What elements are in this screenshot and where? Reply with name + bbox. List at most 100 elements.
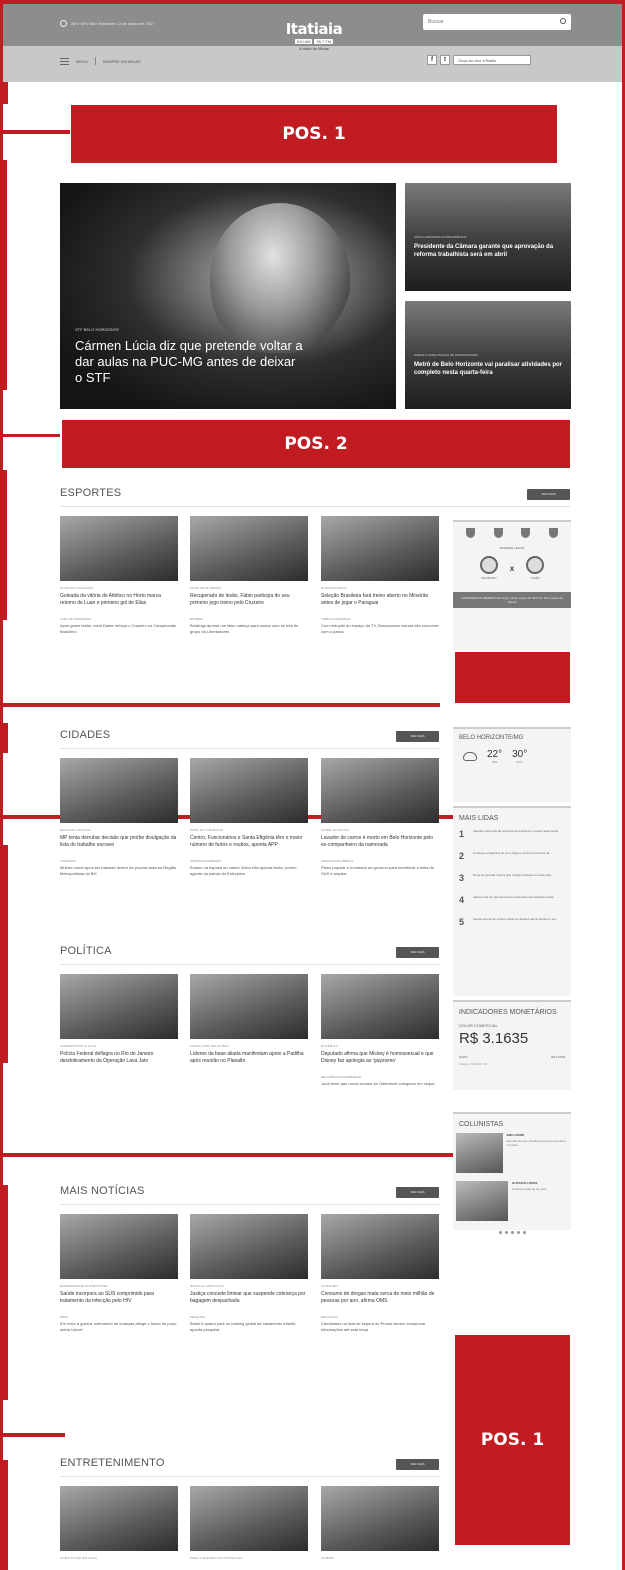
news-card[interactable]: SUBSIDIÁRIOS E ALVO Polícia Federal defl… [60, 974, 178, 1065]
news-card[interactable]: NAVES E HABITAÇÃO Justiça concede limina… [190, 1214, 308, 1333]
team-crest-icon[interactable] [466, 528, 476, 538]
news-title[interactable]: MP tenta derrubar decisão que proíbe div… [60, 835, 178, 849]
most-read-title-text[interactable]: Conheça a trajetória do Uno antigo e Gol… [473, 851, 550, 856]
news-title[interactable]: Polícia Federal deflagra no Rio de Janei… [60, 1051, 178, 1065]
most-read-item[interactable]: 3 Nova temporada mostra que o Itaipu des… [453, 867, 571, 889]
most-read-item[interactable]: 2 Conheça a trajetória do Uno antigo e G… [453, 845, 571, 867]
news-card[interactable]: CINEMA [321, 1486, 439, 1560]
away-team-name: UNIÃO [530, 576, 540, 580]
columnist-name[interactable]: EMILI DORÉ [507, 1133, 571, 1137]
news-title[interactable]: Jucá teme que novos nomes da Odebrecht c… [321, 1081, 439, 1087]
columnist-photo [456, 1181, 508, 1221]
main-menu: MENU SEMPRE EM MINAS [60, 57, 141, 65]
news-title[interactable]: Após grave lesão, meia Dante reforça o C… [60, 623, 178, 635]
search-icon[interactable] [560, 18, 566, 24]
news-title[interactable]: Recuperado de lesão, Fábio participa do … [190, 593, 308, 607]
news-title[interactable]: Em meio à guerra, sofrimento de crianças… [60, 1321, 178, 1333]
news-card[interactable]: ATLÉTICO GOLEADA Goleada da vitória do A… [60, 516, 178, 635]
hero-side-story[interactable]: APÓS A REFORMA DA PREVIDÊNCIA Presidente… [405, 183, 571, 291]
ad-position-2: POS. 2 [62, 420, 570, 468]
news-card[interactable]: BARALHA JUDICIAL MP tenta derrubar decis… [60, 758, 178, 877]
news-card[interactable]: CRIME NA DIVISA Lavador de carros é mort… [321, 758, 439, 877]
carousel-dot[interactable] [516, 1231, 520, 1234]
hero-side-title[interactable]: Metrô de Belo Horizonte vai paralisar at… [414, 361, 564, 377]
carousel-dot[interactable] [510, 1231, 514, 1234]
facebook-icon[interactable]: f [427, 55, 437, 65]
esportes-more-button[interactable]: VER MAIS [527, 489, 570, 500]
menu-button[interactable]: MENU [76, 59, 88, 64]
news-category: ELIMINATÓRIAS [321, 586, 347, 590]
hamburger-icon[interactable] [60, 57, 69, 65]
logo-tagline: A rádio de Minas [299, 46, 329, 51]
news-title[interactable]: Saúde incorpora ao SUS comprimido para t… [60, 1291, 178, 1305]
news-title[interactable]: Com redução do espaço da TV, Bonsucesso … [321, 623, 439, 635]
columnists-widget: COLUNISTAS EMILI DORÉ Há mais de três es… [453, 1112, 571, 1234]
news-title[interactable]: Brasil é quarto país no ranking global d… [190, 1321, 308, 1333]
most-read-rank: 2 [459, 851, 465, 861]
news-card[interactable]: CONSUMO Consumo de drogas mata cerca de … [321, 1214, 439, 1333]
logo[interactable]: Itatiaia 610 AM 95.7 FM A rádio de Minas [278, 22, 350, 52]
news-category: NAVES E HABITAÇÃO [190, 1284, 225, 1288]
politica-more-button[interactable]: VER MAIS [396, 947, 439, 958]
news-title[interactable]: Consumo de drogas mata cerca de meio mil… [321, 1291, 439, 1305]
carousel-dots[interactable] [453, 1225, 571, 1240]
hero-side-title[interactable]: Presidente da Câmara garante que aprovaç… [414, 243, 564, 259]
euro-row: EURO R$ 3.3528 [453, 1049, 571, 1061]
news-category: DELAÇÕES DA ODEBRECHT [321, 1075, 362, 1079]
cidades-more-button[interactable]: VER MAIS [396, 731, 439, 742]
news-card[interactable]: MAPA DA VIOLÊNCIA Centro, Funcionários e… [190, 758, 308, 877]
hero-side-story[interactable]: GREVE E PARALISAÇÃO DE PROFESSORES Metrô… [405, 301, 571, 409]
news-title[interactable]: Lavador de carros é morto em Belo Horizo… [321, 835, 439, 849]
listen-live-button[interactable]: Ouça ao vivo a Rádio [453, 55, 531, 65]
news-title[interactable]: Exame na esposa do cantor Victor não apo… [190, 865, 308, 877]
news-title[interactable]: Goleada da vitória do Atlético no Horto … [60, 593, 178, 607]
search-input[interactable]: Buscar [423, 14, 571, 30]
header-weather: 28°c 18°c Belo Horizonte 13 de março de … [60, 20, 154, 27]
news-title[interactable]: Deputado afirma que Mickey é homossexual… [321, 1051, 439, 1065]
menu-link[interactable]: SEMPRE EM MINAS [103, 59, 141, 64]
columnist-name[interactable]: GUSTAVO LOPES [512, 1181, 547, 1185]
annotation-line [0, 434, 60, 437]
hero-title[interactable]: Cármen Lúcia diz que pretende voltar a d… [75, 338, 305, 386]
most-read-item[interactable]: 5 Vende acenar de sonhos cada ver desde … [453, 911, 571, 933]
team-crest-icon[interactable] [493, 528, 503, 538]
twitter-icon[interactable]: t [440, 55, 450, 65]
news-title[interactable]: Botafogo aponta um falso cabeça para som… [190, 623, 308, 635]
carousel-dot[interactable] [522, 1231, 526, 1234]
columnist-item[interactable]: EMILI DORÉ Há mais de três escolhas cont… [453, 1129, 571, 1177]
most-read-title-text[interactable]: Nova temporada mostra que o Itaipu desta… [473, 873, 551, 878]
section-title-cidades: CIDADES [60, 729, 111, 741]
columnist-text[interactable]: Há mais de três escolhas contra a Améric… [507, 1139, 571, 1147]
columnist-text[interactable]: O tempo anda de um jeito [512, 1187, 547, 1191]
most-read-item[interactable]: 4 Atleta pode ser primeira para contar t… [453, 889, 571, 911]
entretenimento-more-button[interactable]: VER MAIS [396, 1459, 439, 1470]
euro-value: R$ 3.3528 [551, 1055, 565, 1059]
columnist-item[interactable]: GUSTAVO LOPES O tempo anda de um jeito [453, 1177, 571, 1225]
section-divider [60, 506, 570, 507]
carousel-dot[interactable] [504, 1231, 508, 1234]
carousel-dot[interactable] [498, 1231, 502, 1234]
news-title[interactable]: Líderes da base aliada manifestam apoio … [190, 1051, 308, 1065]
news-title[interactable]: Mulher morre após ser baleada dentro da … [60, 865, 178, 877]
team-crest-icon[interactable] [548, 528, 558, 538]
news-card[interactable]: POLÊMICA Deputado afirma que Mickey é ho… [321, 974, 439, 1087]
news-card[interactable]: COMO FICAR EM CASA [60, 1486, 178, 1560]
news-card[interactable]: APÓS SETE MESES Recuperado de lesão, Fáb… [190, 516, 308, 635]
hero-main-story[interactable]: STF BELO HORIZONTE Cármen Lúcia diz que … [60, 183, 396, 409]
news-title[interactable]: Justiça concede liminar que suspende cob… [190, 1291, 308, 1305]
news-card[interactable]: ACENO POR DELAÇÕES Líderes da base aliad… [190, 974, 308, 1065]
news-title[interactable]: Plano popular é mostrado ao governo para… [321, 865, 439, 877]
news-title[interactable]: Seleção Brasileira fará treino aberto no… [321, 593, 439, 607]
news-title[interactable]: Centro, Funcionários e Santa Efigênia tê… [190, 835, 308, 849]
news-card[interactable]: ENFERMIDADE DISPENSÁVEL Saúde incorpora … [60, 1214, 178, 1333]
most-read-title-text[interactable]: Vende acenar de sonhos cada ver desde Lu… [473, 917, 556, 922]
most-read-title-text[interactable]: Solução para pais de crianças com autism… [473, 829, 558, 834]
team-crest-icon[interactable] [521, 528, 531, 538]
news-card[interactable]: PARA A ALEGRIA DA CRIANÇADA [190, 1486, 308, 1560]
news-title[interactable]: Candidatos na lista de espera do Prouni … [321, 1321, 439, 1333]
news-card[interactable]: ELIMINATÓRIAS Seleção Brasileira fará tr… [321, 516, 439, 635]
mais-noticias-more-button[interactable]: VER MAIS [396, 1187, 439, 1198]
section-title-mais-noticias: MAIS NOTÍCIAS [60, 1185, 145, 1197]
most-read-title-text[interactable]: Atleta pode ser primeira para contar tud… [473, 895, 553, 900]
most-read-item[interactable]: 1 Solução para pais de crianças com auti… [453, 823, 571, 845]
